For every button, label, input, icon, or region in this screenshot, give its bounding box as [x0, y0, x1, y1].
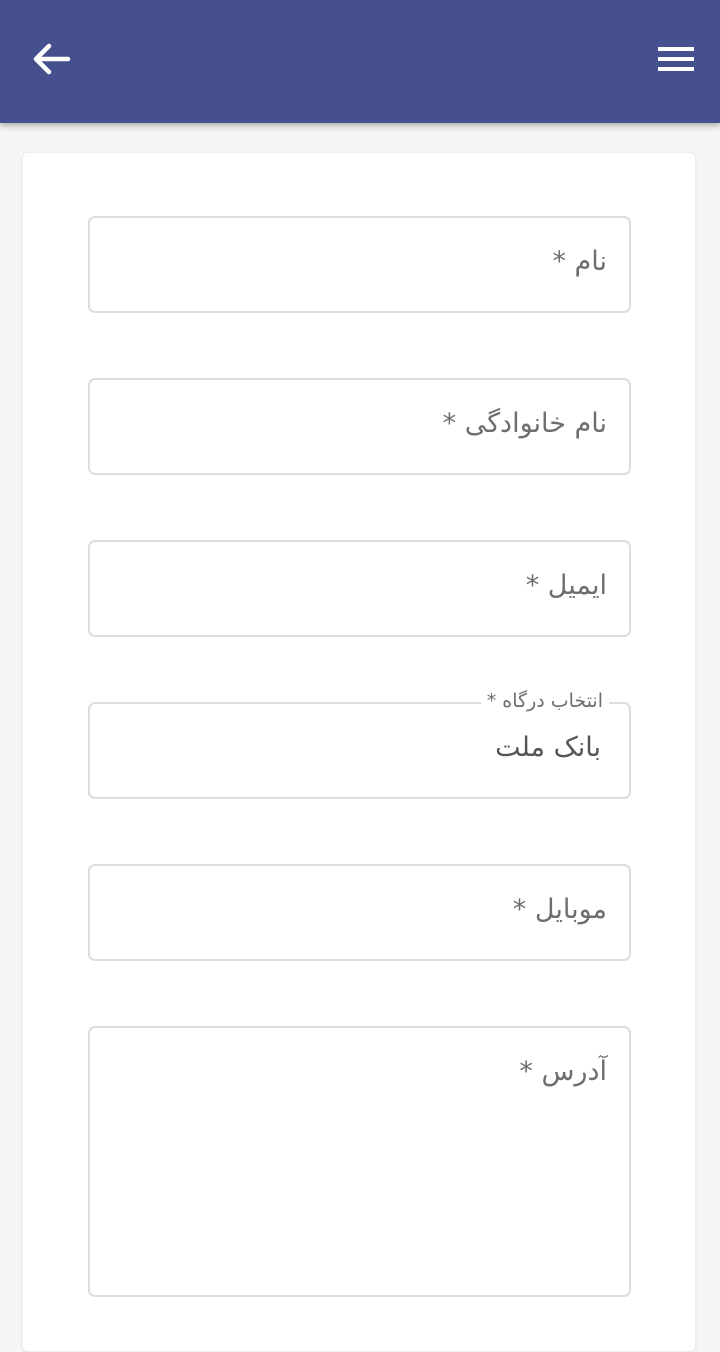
gateway-select[interactable]: انتخاب درگاه * بانک ملت: [88, 690, 631, 799]
address-placeholder: آدرس *: [519, 1056, 607, 1087]
menu-button[interactable]: [656, 40, 696, 78]
gateway-label: انتخاب درگاه *: [480, 690, 609, 712]
back-button[interactable]: [28, 36, 74, 82]
form-card: نام * نام خانوادگی * ایمیل * انتخاب درگا…: [22, 152, 696, 1352]
gateway-value: بانک ملت: [495, 732, 601, 763]
email-field[interactable]: ایمیل *: [88, 540, 631, 637]
address-textarea[interactable]: آدرس *: [88, 1026, 631, 1297]
first-name-placeholder: نام *: [552, 246, 607, 277]
mobile-field[interactable]: موبایل *: [88, 864, 631, 961]
email-placeholder: ایمیل *: [525, 570, 607, 601]
app-bar: [0, 0, 720, 123]
arrow-left-icon: [33, 43, 71, 75]
last-name-placeholder: نام خانوادگی *: [442, 408, 607, 439]
mobile-placeholder: موبایل *: [512, 894, 607, 925]
hamburger-menu-icon: [658, 47, 694, 71]
first-name-field[interactable]: نام *: [88, 216, 631, 313]
last-name-field[interactable]: نام خانوادگی *: [88, 378, 631, 475]
